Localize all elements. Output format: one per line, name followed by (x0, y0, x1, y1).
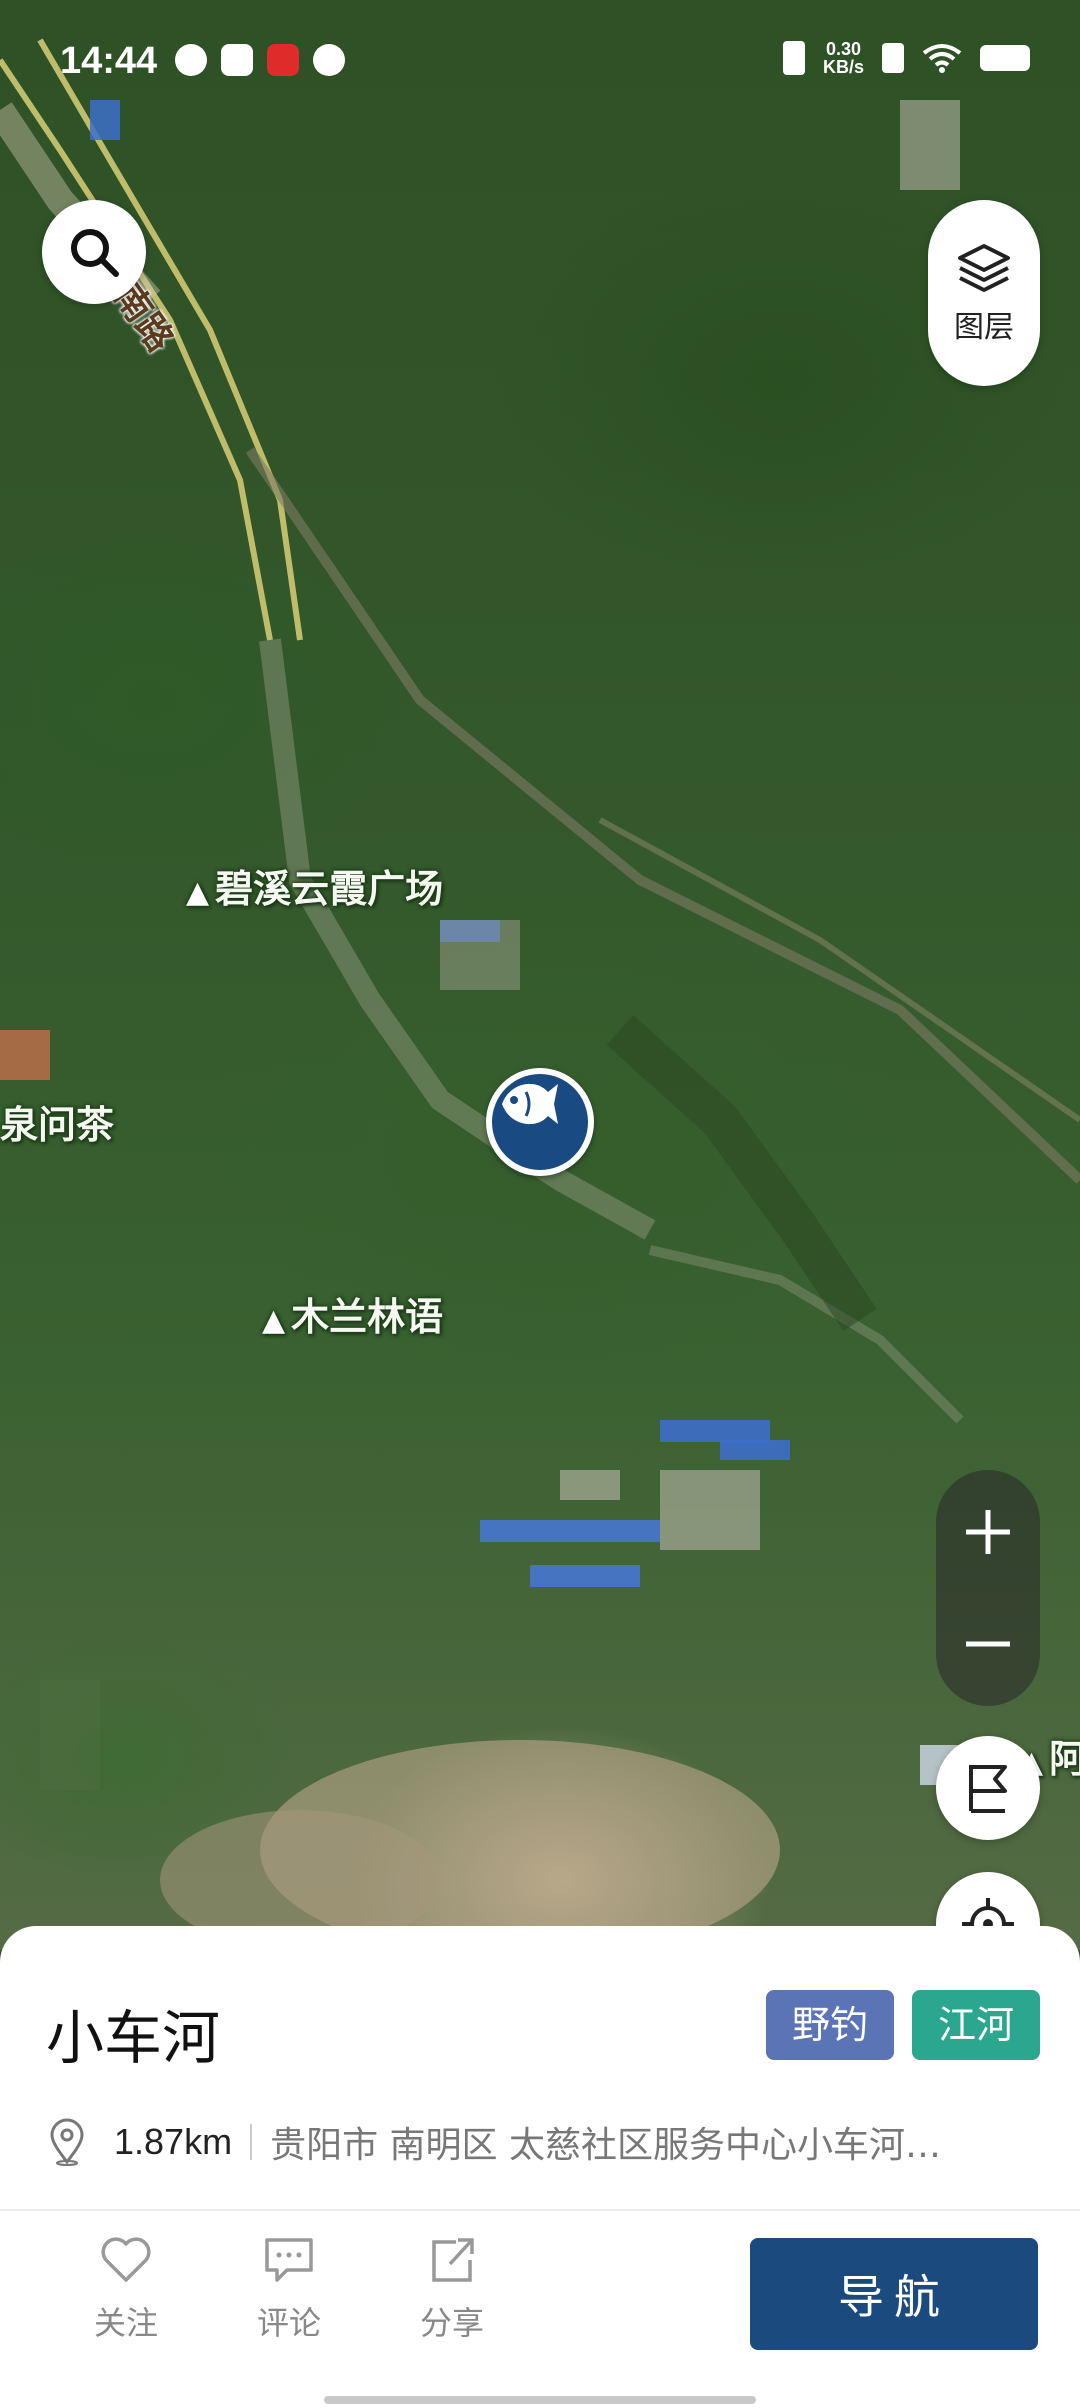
place-name: 小车河 (46, 2004, 221, 2072)
minus-icon (966, 1641, 1010, 1647)
follow-button[interactable]: 关注 (71, 2236, 181, 2344)
satellite-map[interactable]: 南路 ▲碧溪云霞广场 泉问茶 ▲木兰林语 ▲阿 (0, 0, 1080, 1950)
status-bar: 14:44 0.30 KB/s (0, 0, 1080, 120)
layers-icon (958, 244, 1010, 292)
plus-icon (966, 1510, 1010, 1554)
status-right: 0.30 KB/s (782, 39, 1030, 77)
tree-icon: ▲ (186, 875, 210, 910)
vibrate-icon (782, 41, 805, 75)
zoom-in-button[interactable] (936, 1480, 1040, 1584)
sim-off-icon (882, 43, 904, 73)
wifi-icon (922, 44, 962, 73)
divider (0, 2209, 1080, 2211)
share-button[interactable]: 分享 (397, 2236, 507, 2344)
app-notification-icon (267, 44, 299, 76)
app-root: 南路 ▲碧溪云霞广场 泉问茶 ▲木兰林语 ▲阿 14:44 (0, 0, 1080, 2408)
search-button[interactable] (42, 200, 146, 304)
layers-button[interactable]: 图层 (928, 200, 1040, 386)
flag-button[interactable] (936, 1736, 1040, 1840)
comment-icon (265, 2238, 313, 2282)
mail-notification-icon (221, 44, 253, 76)
follow-label: 关注 (93, 2304, 158, 2342)
fishing-spot-marker[interactable] (486, 1068, 594, 1176)
poi-label-plaza[interactable]: ▲ 碧溪云霞广场 (186, 858, 443, 913)
map-features (0, 38, 1080, 1950)
app-notification-icon (175, 44, 207, 76)
location-pin-icon (50, 2118, 84, 2166)
fish-icon (502, 1083, 558, 1125)
status-time: 14:44 (60, 40, 158, 82)
address-text: 贵阳市 南明区 太慈社区服务中心小车河… (270, 2125, 941, 2166)
net-speed: 0.30 KB/s (822, 39, 864, 77)
tag-river: 江河 (912, 1990, 1041, 2060)
separator (250, 2124, 253, 2160)
comment-button[interactable]: 评论 (234, 2236, 344, 2344)
navigate-button[interactable]: 导航 (750, 2238, 1038, 2350)
battery-icon (980, 45, 1030, 71)
poi-label-teahouse[interactable]: 泉问茶 (0, 1094, 114, 1149)
address-row[interactable]: 1.87km 贵阳市 南明区 太慈社区服务中心小车河… (48, 2112, 1038, 2172)
zoom-out-button[interactable] (936, 1592, 1040, 1696)
home-indicator[interactable] (324, 2396, 756, 2404)
tag-wild-fishing: 野钓 (766, 1990, 895, 2060)
tree-icon: ▲ (262, 1303, 286, 1338)
heart-icon (101, 2237, 151, 2282)
layers-label: 图层 (954, 310, 1014, 345)
comment-label: 评论 (256, 2304, 321, 2342)
zoom-control (936, 1470, 1040, 1706)
notification-icons (175, 44, 345, 76)
search-icon (71, 229, 119, 277)
flag-icon (969, 1765, 1007, 1813)
place-detail-sheet: 小车河 野钓 江河 1.87km 贵阳市 南明区 太慈社区服务中心小车河… 关注 (0, 1926, 1080, 2408)
poi-label-forest[interactable]: ▲ 木兰林语 (262, 1286, 443, 1341)
share-label: 分享 (419, 2304, 484, 2342)
distance: 1.87km (114, 2121, 233, 2162)
cat-notification-icon (313, 44, 345, 76)
share-icon (432, 2238, 474, 2282)
